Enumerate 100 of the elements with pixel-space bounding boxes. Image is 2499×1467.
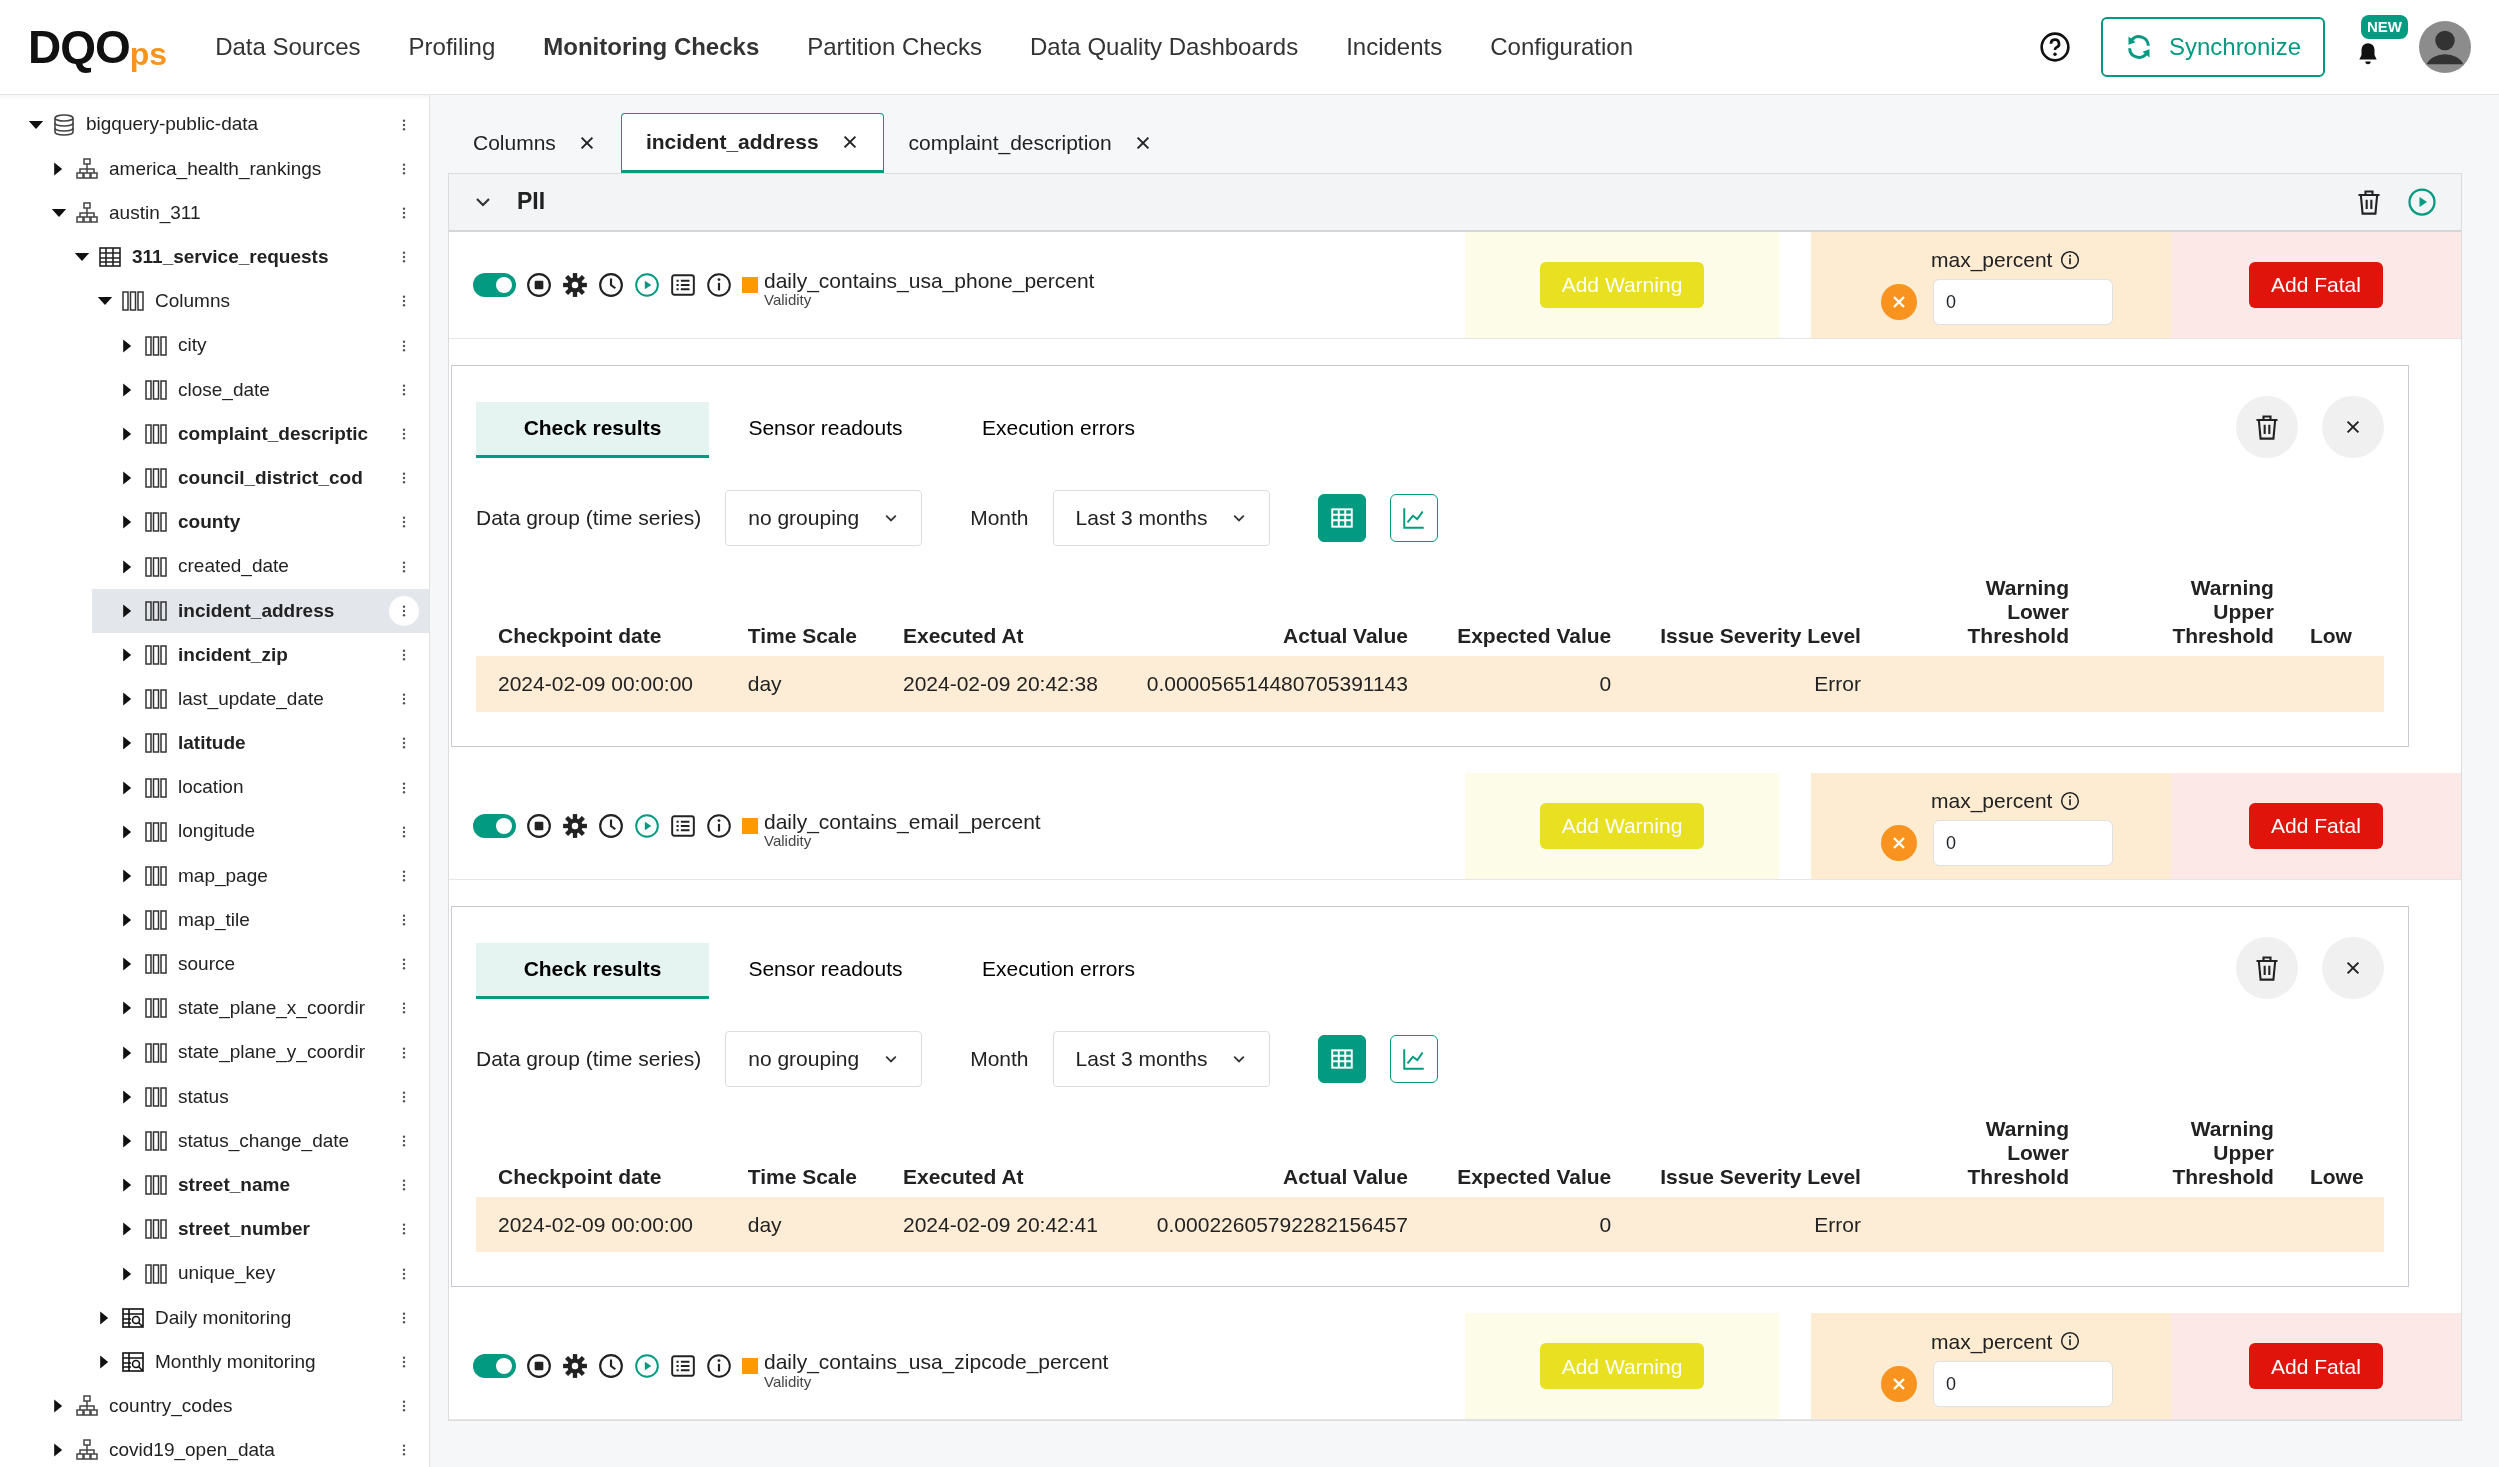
results-tab[interactable]: Sensor readouts (709, 401, 942, 458)
table-icon (98, 245, 122, 270)
add-fatal-button[interactable]: Add Fatal (2249, 1343, 2383, 1390)
column-header: Executed At (880, 567, 1142, 657)
table-cell: 0.000056514480705391143 (1141, 656, 1430, 712)
column-icon (144, 996, 168, 1021)
tree-item[interactable]: map_tile (0, 898, 429, 943)
nav-link[interactable]: Partition Checks (807, 28, 982, 65)
parameter-input[interactable]: 0 (1933, 820, 2113, 867)
results-tab[interactable]: Check results (476, 942, 709, 999)
synchronize-button[interactable]: Synchronize (2100, 16, 2325, 77)
table-view-button[interactable] (1318, 1034, 1367, 1083)
add-fatal-button[interactable]: Add Fatal (2249, 802, 2383, 849)
tree-item[interactable]: bigquery-public-data (0, 102, 429, 147)
file-tab[interactable]: complaint_description (883, 112, 1177, 173)
info-icon[interactable] (706, 1353, 732, 1380)
tree-item[interactable]: america_health_rankings (0, 146, 429, 191)
tree-label: status_change_date (178, 1128, 350, 1154)
tree-item[interactable]: Daily monitoring (0, 1295, 429, 1340)
toggle-switch[interactable] (473, 1354, 516, 1379)
info-icon[interactable] (706, 812, 732, 839)
tree-item[interactable]: incident_zip (0, 632, 429, 678)
info-icon[interactable] (2060, 1331, 2081, 1352)
list-icon[interactable] (670, 1353, 696, 1380)
tree-item[interactable]: unique_key (0, 1251, 429, 1296)
tree-item[interactable]: longitude (0, 809, 429, 854)
file-tab[interactable]: incident_address (620, 112, 884, 173)
tree-item[interactable]: latitude (0, 721, 429, 766)
run-icon[interactable] (634, 271, 660, 298)
results-tab[interactable]: Check results (476, 401, 709, 458)
stop-icon[interactable] (526, 1353, 552, 1380)
table-view-button[interactable] (1318, 493, 1367, 542)
results-tab[interactable]: Execution errors (942, 942, 1175, 999)
info-icon[interactable] (2060, 249, 2081, 270)
nav-link[interactable]: Data Sources (215, 28, 361, 65)
schema-icon (75, 1438, 99, 1463)
settings-icon[interactable] (562, 812, 588, 839)
avatar-icon[interactable] (2419, 20, 2471, 73)
tree-item[interactable]: close_date (0, 367, 429, 412)
tree-item[interactable]: covid19_open_data (0, 1428, 429, 1467)
tree-item[interactable]: street_number (0, 1207, 429, 1252)
tree-item[interactable]: state_plane_x_coordir (0, 986, 429, 1031)
tree-item[interactable]: street_name (0, 1163, 429, 1208)
tree-label: Monthly monitoring (155, 1349, 316, 1374)
nav-link[interactable]: Configuration (1490, 28, 1633, 65)
nav-link[interactable]: Data Quality Dashboards (1030, 28, 1299, 65)
clock-icon[interactable] (598, 812, 624, 839)
settings-icon[interactable] (562, 271, 588, 298)
tree-item[interactable]: Monthly monitoring (0, 1339, 429, 1385)
settings-icon[interactable] (562, 1353, 588, 1380)
tree-item[interactable]: status (0, 1074, 429, 1119)
run-icon[interactable] (634, 1353, 660, 1380)
toggle-switch[interactable] (473, 813, 516, 838)
tree-item[interactable]: country_codes (0, 1384, 429, 1429)
info-icon[interactable] (706, 271, 732, 298)
database-icon (52, 112, 76, 137)
tree-item[interactable]: council_district_cod (0, 456, 429, 501)
nav-link[interactable]: Profiling (408, 28, 496, 65)
tree-item[interactable]: 311_service_requests (0, 235, 429, 280)
tree-item[interactable]: county (0, 500, 429, 545)
chart-view-button[interactable] (1390, 493, 1439, 542)
toggle-switch[interactable] (473, 272, 516, 297)
run-icon[interactable] (634, 812, 660, 839)
file-tab[interactable]: Columns (448, 112, 621, 173)
tree-item[interactable]: austin_311 (0, 191, 429, 236)
parameter-input[interactable]: 0 (1933, 1361, 2113, 1408)
tree-item[interactable]: source (0, 942, 429, 987)
tree-item[interactable]: Columns (0, 279, 429, 324)
results-tab[interactable]: Sensor readouts (709, 942, 942, 999)
tree-item[interactable]: map_page (0, 853, 429, 898)
clock-icon[interactable] (598, 271, 624, 298)
tree-item[interactable]: state_plane_y_coordir (0, 1030, 429, 1075)
stop-icon[interactable] (526, 812, 552, 839)
tree-item[interactable]: created_date (0, 544, 429, 589)
parameter-label: max_percent (1931, 246, 2053, 274)
grouping-dropdown[interactable]: no grouping (725, 489, 923, 546)
tree-item[interactable]: location (0, 765, 429, 810)
grouping-dropdown[interactable]: no grouping (725, 1030, 923, 1087)
chart-view-button[interactable] (1390, 1034, 1439, 1083)
info-icon[interactable] (2060, 790, 2081, 811)
parameter-input[interactable]: 0 (1933, 279, 2113, 326)
tree-item[interactable]: complaint_descriptic (0, 411, 429, 457)
list-icon[interactable] (670, 271, 696, 298)
tree-item[interactable]: last_update_date (0, 677, 429, 722)
tree-label: covid19_open_data (109, 1438, 275, 1463)
help-icon[interactable] (2038, 30, 2071, 63)
tree-item[interactable]: city (0, 323, 429, 368)
nav-link[interactable]: Incidents (1346, 28, 1443, 65)
run-icon[interactable] (2407, 186, 2437, 217)
add-fatal-button[interactable]: Add Fatal (2249, 261, 2383, 308)
month-dropdown[interactable]: Last 3 months (1052, 489, 1271, 546)
list-icon[interactable] (670, 812, 696, 839)
column-icon (144, 1261, 168, 1286)
tree-item[interactable]: incident_address (92, 588, 429, 633)
month-dropdown[interactable]: Last 3 months (1052, 1030, 1271, 1087)
stop-icon[interactable] (526, 271, 552, 298)
clock-icon[interactable] (598, 1353, 624, 1380)
nav-link[interactable]: Monitoring Checks (543, 28, 760, 65)
tree-item[interactable]: status_change_date (0, 1118, 429, 1164)
results-tab[interactable]: Execution errors (942, 401, 1175, 458)
